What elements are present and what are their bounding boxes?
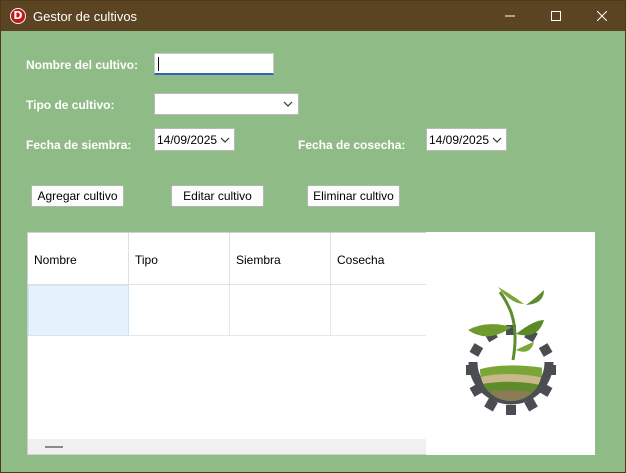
title-bar[interactable]: D Gestor de cultivos <box>1 1 625 31</box>
chevron-down-icon <box>492 137 502 143</box>
table-cell[interactable] <box>28 285 129 336</box>
chevron-down-icon <box>283 101 293 107</box>
table-cell[interactable] <box>129 285 230 336</box>
horizontal-scrollbar[interactable] <box>28 439 426 454</box>
window-title: Gestor de cultivos <box>33 9 138 24</box>
maximize-button[interactable] <box>533 1 579 31</box>
minimize-button[interactable] <box>487 1 533 31</box>
eliminar-cultivo-button[interactable]: Eliminar cultivo <box>307 185 400 207</box>
text-caret <box>158 57 159 71</box>
plant-gear-logo-icon <box>466 287 556 415</box>
table-cell[interactable] <box>230 285 331 336</box>
chevron-down-icon <box>220 137 230 143</box>
nombre-label: Nombre del cultivo: <box>26 58 139 72</box>
agregar-cultivo-button[interactable]: Agregar cultivo <box>31 185 124 207</box>
close-icon <box>597 11 607 21</box>
column-header-label: Nombre <box>34 253 77 267</box>
cosecha-date-picker[interactable]: 14/09/2025 <box>426 128 507 151</box>
app-icon: D <box>10 8 26 24</box>
app-window: D Gestor de cultivos Nombre del cultivo:… <box>0 0 626 473</box>
column-header-siembra[interactable]: Siembra <box>230 233 331 285</box>
column-header-label: Tipo <box>135 253 158 267</box>
logo-panel <box>426 232 595 455</box>
close-button[interactable] <box>579 1 625 31</box>
minimize-icon <box>505 15 515 17</box>
editar-cultivo-button[interactable]: Editar cultivo <box>171 185 264 207</box>
siembra-date-picker[interactable]: 14/09/2025 <box>154 128 235 151</box>
table-cell[interactable] <box>331 285 426 336</box>
cosecha-label: Fecha de cosecha: <box>298 138 406 152</box>
cosecha-date-value: 14/09/2025 <box>429 133 490 147</box>
cultivos-table[interactable]: Nombre Tipo Siembra Cosecha <box>27 232 427 455</box>
siembra-date-value: 14/09/2025 <box>157 133 218 147</box>
column-header-label: Siembra <box>236 253 281 267</box>
column-header-tipo[interactable]: Tipo <box>129 233 230 285</box>
maximize-icon <box>551 11 561 21</box>
siembra-label: Fecha de siembra: <box>26 138 132 152</box>
tipo-label: Tipo de cultivo: <box>26 98 115 112</box>
column-header-label: Cosecha <box>337 253 385 267</box>
scrollbar-thumb[interactable] <box>45 446 63 448</box>
nombre-input[interactable] <box>154 53 274 75</box>
column-header-cosecha[interactable]: Cosecha <box>331 233 426 285</box>
column-header-nombre[interactable]: Nombre <box>28 233 129 285</box>
tipo-select[interactable] <box>154 93 299 115</box>
